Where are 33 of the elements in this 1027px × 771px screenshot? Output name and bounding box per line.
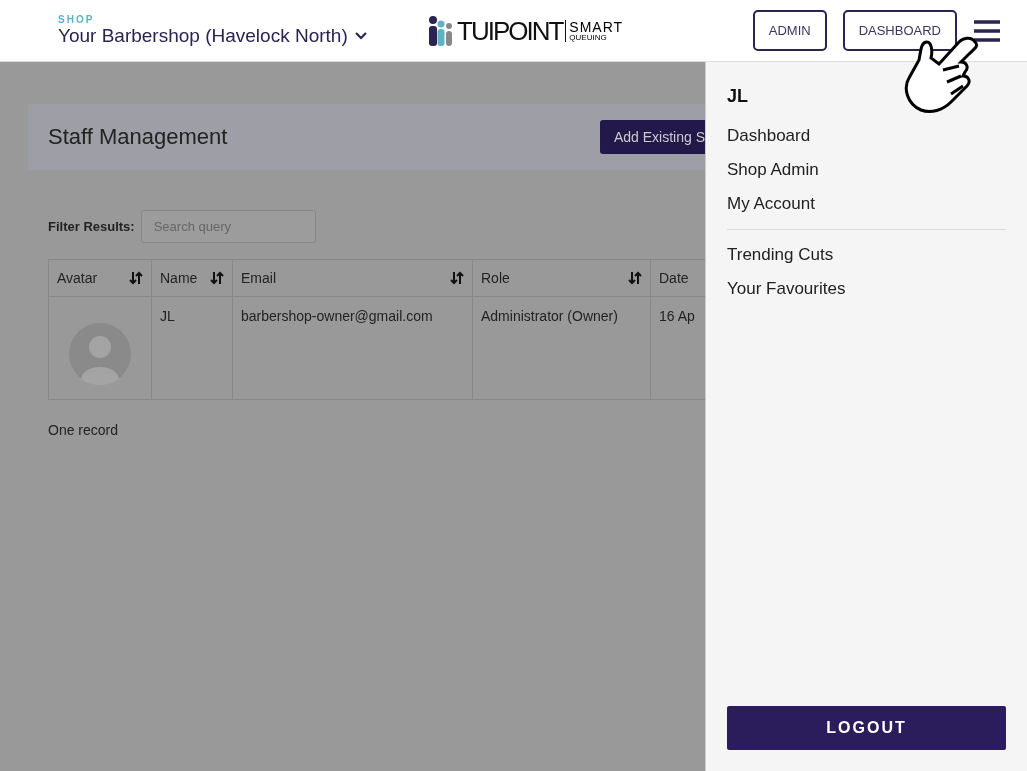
record-count: One record <box>48 422 120 438</box>
sort-icon <box>210 271 224 285</box>
menu-item[interactable]: Your Favourites <box>727 272 1006 306</box>
menu-icon[interactable] <box>973 19 1001 42</box>
user-name: JL <box>727 86 749 107</box>
menu-item[interactable]: My Account <box>727 187 1006 221</box>
add-staff-button[interactable]: Add Existing S <box>599 120 705 154</box>
nav-button[interactable]: DASHBOARD <box>842 10 957 51</box>
menu-item[interactable]: Shop Admin <box>727 153 1006 187</box>
logo-smart: SMART <box>569 19 624 34</box>
table-cell: barbershop-owner@gmail.com <box>233 297 473 400</box>
shop-selector[interactable]: Your Barbershop (Havelock North) <box>58 25 428 47</box>
filter-label: Filter Results: <box>48 219 135 234</box>
column-header[interactable]: Avatar <box>49 260 152 297</box>
sort-icon <box>628 271 642 285</box>
sort-icon <box>129 271 143 285</box>
column-header[interactable]: Role <box>473 260 651 297</box>
chevron-down-icon <box>353 31 368 41</box>
column-header[interactable]: Name <box>152 260 233 297</box>
logo-wordmark: TUIPOINT <box>457 17 563 44</box>
page-title: Staff Management <box>48 124 228 150</box>
menu-item[interactable]: Dashboard <box>727 119 1006 153</box>
people-logo-icon <box>428 14 454 47</box>
logout-button[interactable]: LOGOUT <box>727 706 1006 750</box>
shop-label: SHOP <box>58 14 96 25</box>
column-header[interactable]: Email <box>233 260 473 297</box>
table-cell: Administrator (Owner) <box>473 297 651 400</box>
menu-item[interactable]: Trending Cuts <box>727 238 1006 272</box>
logo-queuing: QUEUING <box>569 33 608 42</box>
nav-button[interactable]: ADMIN <box>752 10 827 51</box>
avatar-silhouette <box>69 322 131 385</box>
sort-icon <box>450 271 464 285</box>
table-cell: JL <box>152 297 233 400</box>
